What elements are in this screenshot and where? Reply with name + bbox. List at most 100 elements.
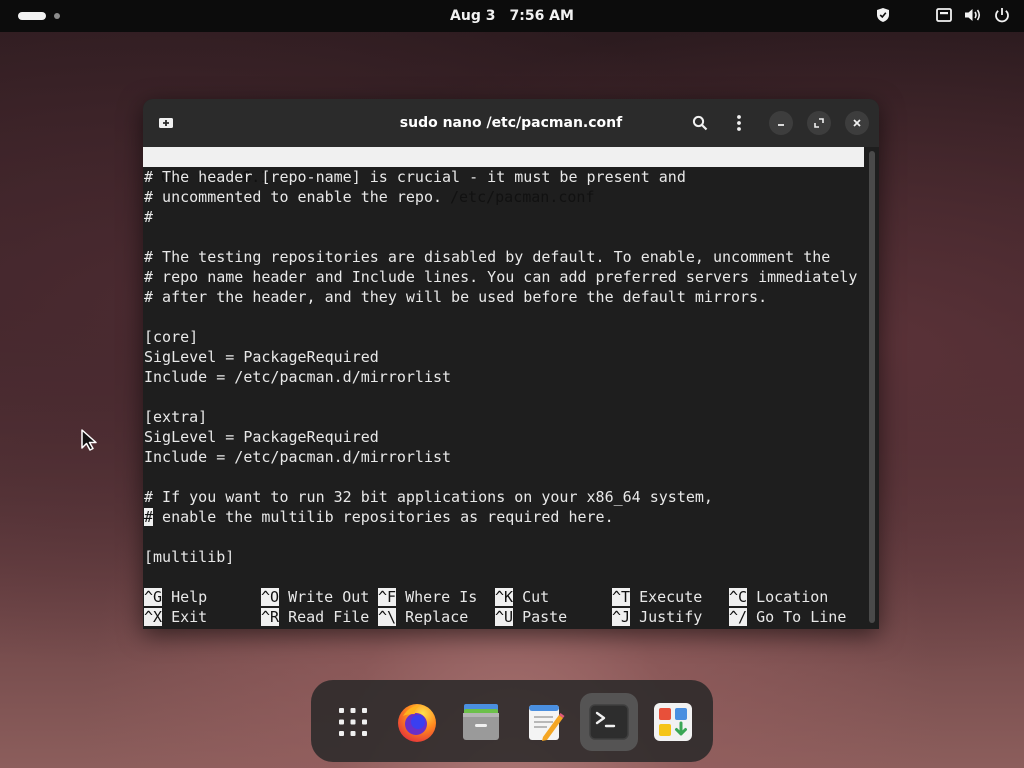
shortcut-key: ^T — [612, 588, 631, 606]
buffer-line[interactable] — [144, 307, 863, 327]
shortcut-key: ^F — [378, 588, 397, 606]
buffer-line[interactable]: [extra] — [144, 407, 863, 427]
shortcut-location[interactable]: ^C Location — [729, 587, 828, 607]
buffer-line[interactable] — [144, 387, 863, 407]
buffer-line[interactable]: Include = /etc/pacman.d/mirrorlist — [144, 447, 863, 467]
shortcut-key: ^/ — [729, 608, 748, 626]
shortcut-label: Replace — [405, 608, 469, 626]
buffer-line[interactable]: # The header [repo-name] is crucial - it… — [144, 167, 863, 187]
shortcut-label: Cut — [522, 588, 550, 606]
clock-date[interactable]: Aug 3 — [450, 8, 495, 24]
buffer-line[interactable]: # If you want to run 32 bit applications… — [144, 487, 863, 507]
shortcut-label: Exit — [171, 608, 208, 626]
buffer-line[interactable]: Include = /etc/pacman.d/mirrorlist — [144, 367, 863, 387]
firefox-icon — [398, 704, 436, 742]
terminal-scrollbar[interactable] — [869, 151, 875, 623]
terminal-view[interactable]: GNU nano 8.1 /etc/pacman.conf # The head… — [143, 147, 864, 629]
show-apps-button[interactable] — [324, 693, 382, 751]
shortcut-key: ^J — [612, 608, 631, 626]
shortcut-label: Go To Line — [756, 608, 847, 626]
shortcut-key: ^O — [261, 588, 280, 606]
search-icon — [692, 115, 708, 131]
dock — [311, 680, 713, 762]
shortcut-justify[interactable]: ^J Justify — [612, 607, 702, 627]
minimize-icon — [778, 124, 784, 126]
shortcut-label: Execute — [639, 588, 703, 606]
buffer-line[interactable] — [144, 467, 863, 487]
text-editor-icon — [529, 705, 565, 741]
buffer-line[interactable]: SigLevel = PackageRequired — [144, 427, 863, 447]
workspace-dot[interactable] — [54, 13, 60, 19]
text-editor-launcher[interactable] — [516, 693, 574, 751]
buffer-line[interactable] — [144, 527, 863, 547]
shortcut-execute[interactable]: ^T Execute — [612, 587, 702, 607]
top-bar: Aug 3 7:56 AM — [0, 0, 1024, 32]
nano-title-bar: GNU nano 8.1 /etc/pacman.conf — [143, 147, 864, 206]
workspace-active-pill[interactable] — [18, 12, 46, 20]
shortcut-key: ^R — [261, 608, 280, 626]
kebab-menu-icon — [737, 115, 741, 131]
shortcut-label: Paste — [522, 608, 568, 626]
system-tray[interactable] — [876, 7, 1010, 23]
shortcut-key: ^G — [144, 588, 163, 606]
buffer-line[interactable]: # after the header, and they will be use… — [144, 287, 863, 307]
buffer-line[interactable]: SigLevel = PackageRequired — [144, 347, 863, 367]
shortcut-replace[interactable]: ^\ Replace — [378, 607, 468, 627]
shield-icon[interactable] — [876, 7, 890, 23]
terminal-icon — [589, 704, 629, 740]
power-icon[interactable] — [994, 7, 1010, 23]
restore-button[interactable] — [807, 111, 831, 135]
text-cursor: # — [144, 508, 154, 526]
shortcut-key: ^K — [495, 588, 514, 606]
terminal-window[interactable]: sudo nano /etc/pacman.conf GNU nano 8.1 … — [143, 99, 879, 629]
buffer-line[interactable] — [144, 227, 863, 247]
activities-indicator[interactable] — [18, 12, 60, 20]
software-center-launcher[interactable] — [644, 693, 702, 751]
shortcut-exit[interactable]: ^X Exit — [144, 607, 207, 627]
volume-icon[interactable] — [964, 7, 982, 23]
shortcut-key: ^C — [729, 588, 748, 606]
firefox-launcher[interactable] — [388, 693, 446, 751]
shortcut-paste[interactable]: ^U Paste — [495, 607, 567, 627]
shortcut-label: Write Out — [288, 588, 370, 606]
shortcut-where-is[interactable]: ^F Where Is — [378, 587, 477, 607]
buffer-line[interactable]: [core] — [144, 327, 863, 347]
buffer-line-text: enable the multilib repositories as requ… — [153, 508, 614, 526]
shortcut-read-file[interactable]: ^R Read File — [261, 607, 369, 627]
network-wired-icon[interactable] — [936, 7, 952, 23]
buffer-line[interactable]: [multilib] — [144, 547, 863, 567]
shortcut-key: ^\ — [378, 608, 397, 626]
files-launcher[interactable] — [452, 693, 510, 751]
shortcut-label: Where Is — [405, 588, 478, 606]
files-icon — [463, 704, 499, 740]
mouse-pointer-icon — [81, 429, 97, 451]
shortcut-label: Justify — [639, 608, 703, 626]
restore-icon — [814, 118, 824, 128]
clock-time[interactable]: 7:56 AM — [509, 8, 573, 24]
shortcut-write-out[interactable]: ^O Write Out — [261, 587, 369, 607]
minimize-button[interactable] — [769, 111, 793, 135]
shortcut-key: ^X — [144, 608, 163, 626]
search-button[interactable] — [688, 111, 712, 135]
close-icon — [853, 119, 861, 127]
editor-buffer[interactable]: # The header [repo-name] is crucial - it… — [144, 167, 863, 567]
menu-button[interactable] — [727, 111, 751, 135]
window-titlebar[interactable]: sudo nano /etc/pacman.conf — [143, 99, 879, 147]
shortcut-label: Read File — [288, 608, 370, 626]
shortcut-cut[interactable]: ^K Cut — [495, 587, 549, 607]
buffer-line[interactable]: # uncommented to enable the repo. — [144, 187, 863, 207]
buffer-line[interactable]: # The testing repositories are disabled … — [144, 247, 863, 267]
clock: Aug 3 7:56 AM — [0, 0, 1024, 32]
app-grid-icon — [339, 708, 367, 736]
buffer-line[interactable]: # repo name header and Include lines. Yo… — [144, 267, 863, 287]
software-center-icon — [654, 703, 692, 741]
shortcut-label: Help — [171, 588, 208, 606]
close-button[interactable] — [845, 111, 869, 135]
shortcut-key: ^U — [495, 608, 514, 626]
buffer-line[interactable]: # — [144, 207, 863, 227]
nano-shortcut-bar: ^G Help ^O Write Out ^F Where Is ^K Cut ^T Ex… — [143, 587, 863, 627]
buffer-line-cursor[interactable]: # enable the multilib repositories as re… — [144, 507, 863, 527]
shortcut-help[interactable]: ^G Help — [144, 587, 207, 607]
shortcut-go-to-line[interactable]: ^/ Go To Line — [729, 607, 846, 627]
terminal-launcher[interactable] — [580, 693, 638, 751]
